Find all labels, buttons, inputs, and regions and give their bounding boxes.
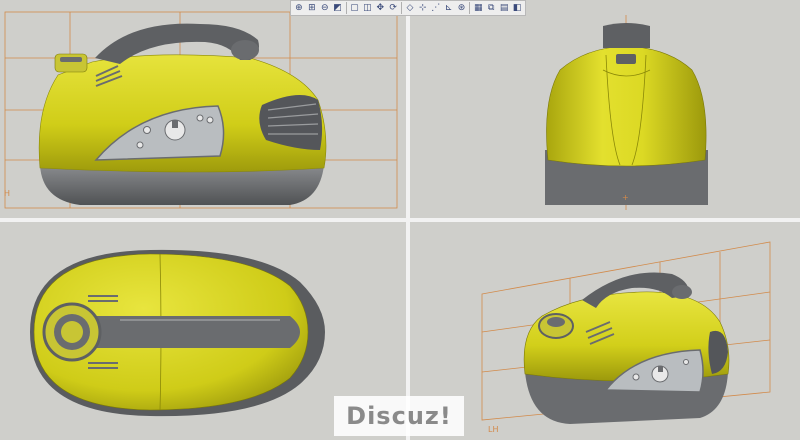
- view-manager-icon[interactable]: ▦: [472, 2, 484, 15]
- svg-text:H: H: [4, 189, 10, 198]
- side-view-canvas: H: [4, 11, 398, 209]
- pan-icon[interactable]: ✥: [374, 2, 386, 15]
- watermark-text: Discuz!: [346, 402, 452, 430]
- filler-cap: [54, 53, 88, 73]
- layer-icon[interactable]: ▤: [498, 2, 510, 15]
- datum-planes-icon[interactable]: ◇: [404, 2, 416, 15]
- coordinate-system-icon[interactable]: ⊾: [443, 2, 455, 15]
- toolbar-separator: [401, 2, 402, 14]
- isometric-view-canvas: LH: [481, 241, 771, 434]
- named-view-icon[interactable]: ⧉: [485, 2, 497, 15]
- watermark-logo: Discuz!: [334, 396, 464, 436]
- front-view-canvas: +: [545, 15, 708, 210]
- svg-text:LH: LH: [488, 425, 498, 434]
- filler-cap: [616, 54, 636, 64]
- zoom-in-icon[interactable]: ⊕: [293, 2, 305, 15]
- handle: [603, 23, 650, 48]
- zoom-out-icon[interactable]: ⊖: [319, 2, 331, 15]
- viewport-divider-horizontal[interactable]: [0, 218, 800, 222]
- handle: [88, 316, 300, 348]
- rotate-icon[interactable]: ⟳: [387, 2, 399, 15]
- zoom-previous-icon[interactable]: ◩: [332, 2, 344, 15]
- viewport-isometric-view[interactable]: LH: [410, 222, 800, 440]
- zoom-window-icon[interactable]: ⊞: [306, 2, 318, 15]
- datum-axes-icon[interactable]: ⊹: [417, 2, 429, 15]
- toolbar-separator: [469, 2, 471, 14]
- repaint-icon[interactable]: ◫: [361, 2, 373, 15]
- fit-all-icon[interactable]: ▢: [348, 2, 360, 15]
- point-display-icon[interactable]: ⋰: [430, 2, 442, 15]
- viewport-side-view[interactable]: H: [0, 0, 406, 218]
- viewport-front-view[interactable]: +: [410, 0, 800, 218]
- svg-text:+: +: [622, 193, 629, 202]
- view-toolbar: ⊕ ⊞ ⊖ ◩ ▢ ◫ ✥ ⟳ ◇ ⊹ ⋰ ⊾ ⊛ ▦ ⧉ ▤ ◧: [290, 0, 526, 16]
- spin-center-icon[interactable]: ⊛: [456, 2, 468, 15]
- shading-icon[interactable]: ◧: [511, 2, 523, 15]
- toolbar-separator: [345, 2, 347, 14]
